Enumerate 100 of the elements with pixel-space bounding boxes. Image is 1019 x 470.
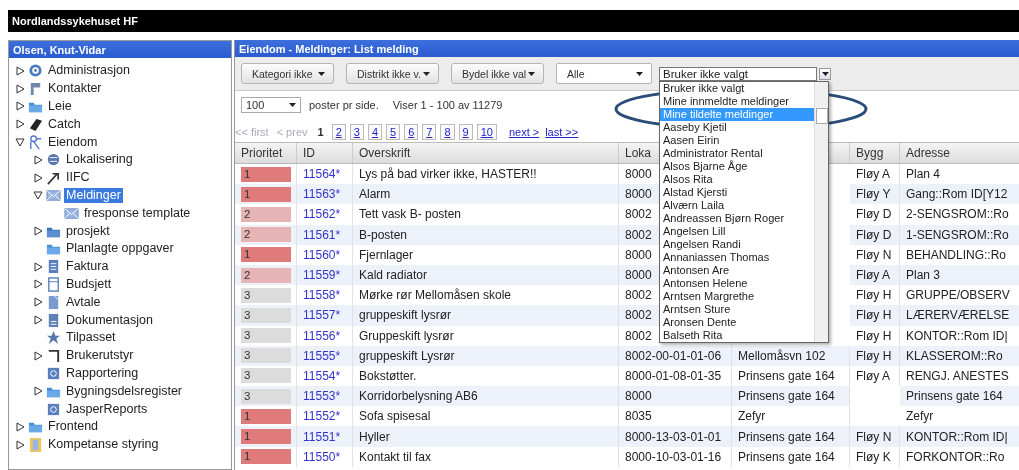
collapse-icon[interactable]: [15, 137, 25, 148]
table-cell: 8000-13-03-01-01: [625, 429, 722, 444]
dropdown-option[interactable]: Arntsen Sture: [660, 302, 814, 316]
tree-item[interactable]: Kompetanse styring: [46, 437, 161, 453]
tree-item[interactable]: Bygningsdelsregister: [64, 383, 185, 399]
column-header[interactable]: Adresse: [906, 146, 951, 160]
dropdown-option[interactable]: Arntsen Margrethe: [660, 289, 814, 303]
expand-icon[interactable]: [33, 172, 43, 183]
id-link[interactable]: 11558*: [303, 288, 341, 303]
expand-icon[interactable]: [15, 101, 25, 112]
next-link[interactable]: next >: [508, 125, 540, 138]
tree-item[interactable]: Tilpasset: [64, 330, 118, 346]
expand-icon[interactable]: [33, 154, 43, 165]
tree-item[interactable]: Leie: [46, 99, 74, 114]
dropdown-option[interactable]: Aasen Eirin: [660, 133, 814, 147]
page-link[interactable]: 8: [440, 123, 455, 140]
dropdown-option[interactable]: Alsos Rita: [660, 172, 814, 186]
table-cell: Prinsens gate 164: [738, 449, 835, 464]
dropdown-button[interactable]: [819, 67, 831, 80]
dropdown-option[interactable]: Balseth Rita: [660, 328, 814, 342]
table-cell: Fløy H: [856, 288, 892, 303]
table-cell: 8000: [625, 167, 652, 182]
dropdown-option[interactable]: Andreassen Bjørn Roger: [660, 211, 814, 225]
page-link[interactable]: 5: [386, 123, 401, 140]
collapse-icon[interactable]: [33, 190, 43, 201]
filter-button[interactable]: Distrikt ikke v.: [346, 63, 439, 84]
tree-item[interactable]: prosjekt: [64, 223, 112, 239]
column-header[interactable]: Bygg: [856, 146, 884, 160]
tree-item[interactable]: Frontend: [46, 419, 101, 435]
tree-item[interactable]: IIFC: [64, 170, 92, 186]
expand-icon[interactable]: [33, 386, 43, 397]
tree-item[interactable]: Dokumentasjon: [64, 312, 155, 328]
tree-item[interactable]: fresponse template: [82, 205, 193, 221]
expand-icon[interactable]: [15, 439, 25, 450]
filter-select[interactable]: Alle: [556, 63, 652, 84]
tree-item[interactable]: Budsjett: [64, 276, 114, 292]
expand-icon[interactable]: [33, 261, 43, 272]
column-header[interactable]: Overskrift: [359, 146, 411, 160]
scrollbar[interactable]: [814, 81, 828, 342]
table-cell: 8000: [625, 268, 652, 283]
expand-icon[interactable]: [15, 83, 25, 94]
page-link[interactable]: 9: [458, 123, 473, 140]
dropdown-option[interactable]: Aronsen Dente: [660, 315, 814, 329]
tree-item[interactable]: Faktura: [64, 259, 111, 275]
tree-item[interactable]: Rapportering: [64, 365, 141, 381]
tree-item[interactable]: Catch: [46, 116, 83, 132]
dropdown-option[interactable]: Angelsen Lill: [660, 224, 814, 238]
expand-icon[interactable]: [33, 226, 43, 237]
table-cell: FORKONTOR::Ro: [906, 449, 1005, 464]
expand-icon[interactable]: [33, 297, 43, 308]
expand-icon[interactable]: [15, 421, 25, 432]
priority-badge: 2: [241, 267, 291, 283]
page-link[interactable]: 2: [331, 123, 346, 140]
id-link[interactable]: 11550*: [303, 449, 341, 464]
tree-item[interactable]: Brukerutstyr: [64, 348, 136, 364]
user-select-field[interactable]: Bruker ikke valgt: [659, 66, 817, 81]
page-link[interactable]: 7: [422, 123, 437, 140]
id-link[interactable]: 11560*: [303, 247, 341, 262]
tree-item[interactable]: Lokalisering: [64, 152, 135, 168]
tree-item[interactable]: Administrasjon: [46, 63, 132, 79]
dropdown-option[interactable]: Administrator Rental: [660, 146, 814, 160]
page-link[interactable]: 3: [349, 123, 364, 140]
table-cell: Zefyr: [738, 409, 766, 424]
tree-item[interactable]: Kontakter: [46, 81, 104, 97]
column-header[interactable]: Prioritet: [241, 146, 283, 160]
dropdown-option[interactable]: Annaniassen Thomas: [660, 250, 814, 264]
expand-icon[interactable]: [15, 65, 25, 76]
tree-item[interactable]: Eiendom: [46, 134, 100, 150]
page-link[interactable]: 4: [367, 123, 382, 140]
expand-icon[interactable]: [15, 119, 25, 130]
expand-icon[interactable]: [33, 279, 43, 290]
expand-icon[interactable]: [33, 315, 43, 326]
dropdown-option[interactable]: Antonsen Are: [660, 263, 814, 277]
priority-badge: 3: [241, 368, 291, 384]
id-link[interactable]: 11556*: [303, 328, 341, 343]
column-header[interactable]: Loka: [625, 146, 652, 160]
page-link[interactable]: 10: [476, 123, 497, 140]
last-link[interactable]: last >>: [545, 125, 579, 138]
page-size-select[interactable]: 100: [241, 97, 301, 113]
dropdown-option[interactable]: Alværn Laila: [660, 198, 814, 212]
tree-item[interactable]: JasperReports: [64, 401, 150, 417]
dropdown-option[interactable]: Alstad Kjersti: [660, 185, 814, 199]
column-header[interactable]: ID: [303, 146, 315, 160]
table-cell: Mørke rør Mellomåsen skole: [359, 288, 512, 303]
tree-item[interactable]: Avtale: [64, 294, 103, 310]
id-link[interactable]: 11552*: [303, 409, 341, 424]
dropdown-option[interactable]: Antonsen Helene: [660, 276, 814, 290]
caret-icon: [289, 103, 296, 107]
gear-icon: [28, 63, 43, 79]
tree-item[interactable]: Planlagte oppgaver: [64, 241, 176, 257]
tree-item[interactable]: Meldinger: [64, 187, 123, 203]
id-link[interactable]: 11554*: [303, 368, 341, 383]
dropdown-option[interactable]: Angelsen Randi: [660, 237, 814, 251]
id-link[interactable]: 11562*: [303, 207, 341, 222]
page-link[interactable]: 6: [404, 123, 419, 140]
expand-icon[interactable]: [33, 350, 43, 361]
filter-button[interactable]: Bydel ikke val: [451, 63, 544, 84]
dropdown-option[interactable]: Alsos Bjarne Åge: [660, 159, 814, 173]
id-link[interactable]: 11564*: [303, 167, 341, 182]
filter-button[interactable]: Kategori ikke: [241, 63, 334, 84]
